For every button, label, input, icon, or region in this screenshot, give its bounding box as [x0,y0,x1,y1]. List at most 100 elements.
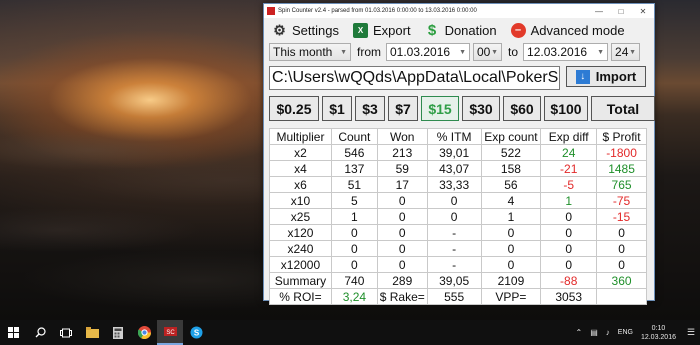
multiplier-cell: x2 [269,144,332,161]
chevron-down-icon: ▼ [629,48,637,56]
exp-count-cell: 56 [480,176,542,193]
stake-button-total[interactable]: Total [591,96,655,121]
multiplier-cell: x240 [269,240,332,257]
import-button[interactable]: ↓ Import [566,66,646,87]
from-label: from [357,45,381,59]
file-explorer-icon[interactable] [79,320,105,345]
won-cell: 213 [376,144,428,161]
won-cell: 0 [376,208,428,225]
itm-cell: 0 [426,208,482,225]
system-tray: ⌃ ▤ ♪ ENG 0:10 12.03.2016 ☰ [572,320,700,345]
menu-advanced-mode[interactable]: – Advanced mode [510,22,625,38]
stake-button-7[interactable]: $7 [388,96,418,121]
notification-icon[interactable]: ☰ [682,320,700,345]
profit-cell: 0 [596,240,647,257]
exp-count-cell: 158 [480,160,542,177]
menu-donation[interactable]: $ Donation [425,22,497,39]
profit-cell: 360 [596,272,647,289]
stake-buttons: $0.25 $1 $3 $7 $15 $30 $60 $100 Total [269,96,655,121]
start-icon[interactable] [0,320,27,345]
language-indicator[interactable]: ENG [618,329,633,336]
table-row: x10 5 0 0 4 1 -75 [269,192,647,209]
from-date-value: 01.03.2016 [390,45,451,59]
rake-value: 555 [426,288,482,305]
table-row: x4 137 59 43,07 158 -21 1485 [269,160,647,177]
table-row: x6 51 17 33,33 56 -5 765 [269,176,647,193]
multiplier-cell: x12000 [269,256,332,273]
volume-icon[interactable]: ♪ [606,328,610,337]
stake-button-15[interactable]: $15 [421,96,459,121]
column-header: Exp diff [540,128,598,145]
chevron-down-icon: ▼ [491,48,498,56]
stake-button-60[interactable]: $60 [503,96,541,121]
exp-count-cell: 2109 [480,272,542,289]
menu-export[interactable]: X Export [352,22,411,38]
table-row: x240 0 0 - 0 0 0 [269,240,647,257]
profit-cell: -15 [596,208,647,225]
to-label: to [508,45,519,59]
exp-count-cell: 0 [480,256,542,273]
stake-button-30[interactable]: $30 [462,96,500,121]
taskbar: SC S ⌃ ▤ ♪ ENG 0:10 12.03.2016 ☰ [0,320,700,345]
stake-button-100[interactable]: $100 [544,96,588,121]
from-hour-value: 00 [477,45,491,59]
rake-label: $ Rake= [376,288,428,305]
from-hour-select[interactable]: 00 ▼ [473,43,502,61]
stake-button-3[interactable]: $3 [355,96,385,121]
menu-settings[interactable]: ⚙ Settings [272,22,339,38]
won-cell: 289 [376,272,428,289]
period-select[interactable]: This month ▼ [269,43,351,61]
search-icon[interactable] [27,320,53,345]
won-cell: 0 [376,192,428,209]
path-input[interactable]: C:\Users\wQQds\AppData\Local\PokerS [269,66,560,90]
exp-diff-cell: 0 [540,240,598,257]
clock[interactable]: 0:10 12.03.2016 [641,324,676,342]
exp-diff-cell: 0 [540,208,598,225]
from-date-picker[interactable]: 01.03.2016 ▼ [386,43,470,61]
date-filter-row: This month ▼ from 01.03.2016 ▼ 00 ▼ to 1… [269,42,641,62]
profit-cell: 0 [596,256,647,273]
itm-cell: 33,33 [426,176,482,193]
column-header: % ITM [426,128,482,145]
close-button[interactable]: ✕ [632,4,654,18]
spin-counter-icon[interactable]: SC [157,320,183,345]
empty-cell [596,288,647,305]
itm-cell: - [426,224,482,241]
menu-settings-label: Settings [292,22,339,38]
skype-icon[interactable]: S [183,320,209,345]
count-cell: 137 [330,160,378,177]
chevron-down-icon: ▼ [597,48,605,56]
count-cell: 0 [330,256,378,273]
exp-count-cell: 0 [480,240,542,257]
menu-advanced-label: Advanced mode [530,22,625,38]
minimize-button[interactable]: — [588,4,610,18]
count-cell: 51 [330,176,378,193]
chevron-up-icon[interactable]: ⌃ [576,328,583,337]
chevron-down-icon: ▼ [459,48,466,56]
menu-bar: ⚙ Settings X Export $ Donation – Advance… [264,18,654,42]
to-hour-value: 24 [615,45,629,59]
to-hour-select[interactable]: 24 ▼ [611,43,641,61]
import-label: Import [595,69,637,84]
count-cell: 0 [330,240,378,257]
period-value: This month [273,45,333,59]
count-cell: 546 [330,144,378,161]
window-title: Spin Counter v2.4 - parsed from 01.03.20… [278,8,477,14]
column-header: Multiplier [269,128,332,145]
maximize-button[interactable]: □ [610,4,632,18]
profit-cell: 0 [596,224,647,241]
table-row: x2 546 213 39,01 522 24 -1800 [269,144,647,161]
task-view-icon[interactable] [53,320,79,345]
menu-export-label: Export [372,22,411,38]
profit-cell: 1485 [596,160,647,177]
chrome-icon[interactable] [131,320,157,345]
clock-time: 0:10 [651,324,666,332]
stake-button-0-25[interactable]: $0.25 [269,96,319,121]
exp-diff-cell: -21 [540,160,598,177]
stake-button-1[interactable]: $1 [322,96,352,121]
network-icon[interactable]: ▤ [590,328,598,337]
path-row: C:\Users\wQQds\AppData\Local\PokerS ↓ Im… [269,66,646,90]
to-date-picker[interactable]: 12.03.2016 ▼ [523,43,609,61]
calculator-icon[interactable] [105,320,131,345]
column-header: Count [330,128,378,145]
